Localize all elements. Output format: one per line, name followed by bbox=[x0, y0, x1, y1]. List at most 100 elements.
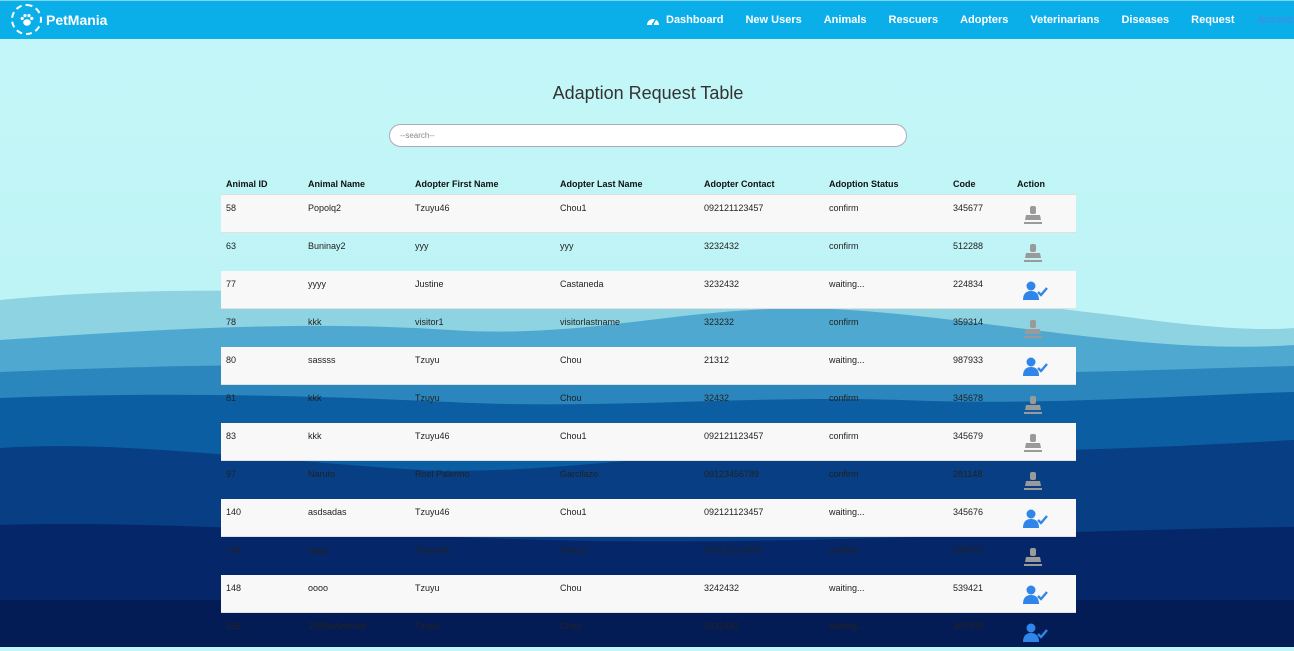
cell-animal-name: kkk bbox=[308, 393, 322, 403]
cell-action bbox=[1012, 461, 1076, 499]
cell-animal-name: Naruto bbox=[308, 469, 336, 479]
user-stamp-icon bbox=[1022, 320, 1044, 342]
cell-animal-id: 80 bbox=[221, 346, 303, 385]
cell-adopter-contact: 21312 bbox=[699, 346, 824, 385]
search-input[interactable] bbox=[389, 124, 907, 147]
cell-animal-name: sassss bbox=[303, 346, 410, 385]
nav-dashboard[interactable]: Dashboard bbox=[646, 14, 723, 26]
table-header-row: Animal ID Animal Name Adopter First Name… bbox=[221, 174, 1076, 195]
cell-animal-name: Popolq2 bbox=[303, 194, 410, 233]
cell-animal-name: oooo bbox=[303, 574, 410, 613]
nav-dashboard-label: Dashboard bbox=[666, 14, 724, 26]
approve-adopter-button[interactable] bbox=[1022, 584, 1048, 608]
stamp-action-button[interactable] bbox=[1022, 394, 1044, 418]
cell-animal-id: 81 bbox=[226, 393, 237, 403]
stamp-action-button[interactable] bbox=[1022, 470, 1044, 494]
cell-code: 512288 bbox=[953, 241, 984, 251]
approve-adopter-button[interactable] bbox=[1022, 356, 1048, 380]
cell-adopter-first-name: Tzuyu46 bbox=[410, 498, 555, 537]
stamp-action-button[interactable] bbox=[1022, 432, 1044, 456]
table-row: 97 Naruto Roel Palermo Garcilazo 09123456789… bbox=[221, 461, 1076, 499]
approve-adopter-button[interactable] bbox=[1022, 280, 1048, 304]
cell-code: 345679 bbox=[948, 422, 1012, 461]
approve-adopter-button[interactable] bbox=[1022, 508, 1048, 532]
cell-code: 467909 bbox=[953, 621, 984, 631]
table-row: 80 sassss Tzuyu Chou 21312 waiting... 987933 bbox=[221, 346, 1076, 385]
nav-rescuers[interactable]: Rescuers bbox=[889, 14, 939, 26]
col-header-action: Action bbox=[1012, 174, 1076, 195]
cell-animal-id: 97 bbox=[226, 469, 237, 479]
stamp-action-button[interactable] bbox=[1022, 318, 1044, 342]
cell-animal-id: 158 bbox=[226, 621, 242, 631]
cell-animal-id: 63 bbox=[226, 241, 237, 251]
cell-adopter-first-name: Roel Palermo bbox=[415, 469, 470, 479]
cell-adopter-first-name: yyy bbox=[415, 241, 429, 251]
cell-action bbox=[1012, 309, 1076, 347]
table-row: 63 Buninay2 yyy yyy 3232432 confirm 512288 bbox=[221, 233, 1076, 271]
table-row: 58 Popolq2 Tzuyu46 Chou1 092121123457 confirm… bbox=[221, 194, 1076, 233]
cell-animal-id: 83 bbox=[221, 422, 303, 461]
page-title: Adaption Request Table bbox=[552, 83, 744, 103]
cell-animal-name: 158NaAnimals bbox=[308, 621, 367, 631]
nav-diseases[interactable]: Diseases bbox=[1121, 14, 1169, 26]
cell-adopter-contact: 092121123457 bbox=[699, 422, 824, 461]
stamp-action-button[interactable] bbox=[1022, 242, 1044, 266]
cell-adopter-last-name: Chou bbox=[555, 574, 699, 613]
col-header-adopter-first-name: Adopter First Name bbox=[410, 174, 555, 195]
cell-animal-id: 58 bbox=[221, 194, 303, 233]
col-header-adoption-status: Adoption Status bbox=[824, 174, 948, 195]
cell-code: 359314 bbox=[953, 317, 984, 327]
table-body: 58 Popolq2 Tzuyu46 Chou1 092121123457 confirm… bbox=[221, 194, 1076, 651]
cell-adopter-first-name: Tzuyu bbox=[415, 621, 440, 631]
brand-name: PetMania bbox=[46, 11, 108, 28]
cell-adoption-status: confirm bbox=[829, 393, 859, 403]
col-header-adopter-last-name: Adopter Last Name bbox=[555, 174, 699, 195]
nav-adopters[interactable]: Adopters bbox=[960, 14, 1008, 26]
cell-adopter-first-name: Tzuyu bbox=[415, 393, 440, 403]
cell-code: 345670 bbox=[953, 545, 984, 555]
stamp-action-button[interactable] bbox=[1022, 204, 1044, 228]
cell-adopter-contact: 32432 bbox=[704, 393, 730, 403]
cell-animal-name: Buninay2 bbox=[308, 241, 346, 251]
brand[interactable]: PetMania bbox=[11, 4, 107, 35]
cell-adopter-contact: 09123456789 bbox=[704, 469, 760, 479]
cell-animal-id: 78 bbox=[226, 317, 237, 327]
nav-request[interactable]: Request bbox=[1191, 14, 1234, 26]
nav-new-users[interactable]: New Users bbox=[745, 14, 801, 26]
cell-animal-id: 144 bbox=[226, 545, 242, 555]
cell-adopter-last-name: Chou1 bbox=[555, 194, 699, 233]
cell-adopter-first-name: Tzuyu bbox=[410, 574, 555, 613]
cell-adopter-contact: 092121123457 bbox=[699, 194, 824, 233]
stamp-action-button[interactable] bbox=[1022, 546, 1044, 570]
approve-adopter-button[interactable] bbox=[1022, 622, 1048, 646]
cell-adopter-last-name: Chou1 bbox=[555, 422, 699, 461]
cell-adopter-first-name: Tzuyu46 bbox=[410, 194, 555, 233]
paw-logo-icon bbox=[11, 4, 42, 35]
user-check-icon bbox=[1022, 623, 1048, 646]
cell-adoption-status: waiting... bbox=[824, 498, 948, 537]
nav-animals[interactable]: Animals bbox=[824, 14, 867, 26]
cell-adoption-status: confirm bbox=[824, 422, 948, 461]
cell-adopter-contact: 3232432 bbox=[699, 270, 824, 309]
table-row: 148 oooo Tzuyu Chou 3242432 waiting... 539421 bbox=[221, 574, 1076, 613]
cell-animal-name: kkk bbox=[308, 317, 322, 327]
nav-account-dropdown[interactable]: Account bbox=[1257, 14, 1294, 26]
table-row: 83 kkk Tzuyu46 Chou1 092121123457 confirm 3456… bbox=[221, 422, 1076, 461]
col-header-animal-name: Animal Name bbox=[303, 174, 410, 195]
cell-action bbox=[1012, 422, 1076, 461]
user-stamp-icon bbox=[1022, 396, 1044, 418]
cell-code: 224834 bbox=[948, 270, 1012, 309]
cell-adopter-contact: 092121123457 bbox=[704, 545, 764, 555]
col-header-code: Code bbox=[948, 174, 1012, 195]
cell-action bbox=[1012, 346, 1076, 385]
user-stamp-icon bbox=[1022, 206, 1044, 228]
cell-adopter-last-name: Castaneda bbox=[555, 270, 699, 309]
user-check-icon bbox=[1022, 509, 1048, 532]
cell-adoption-status: confirm bbox=[829, 545, 859, 555]
cell-adoption-status: waiting... bbox=[824, 346, 948, 385]
user-stamp-icon bbox=[1022, 548, 1044, 570]
cell-code: 987933 bbox=[948, 346, 1012, 385]
table-row: 140 asdsadas Tzuyu46 Chou1 092121123457 waiti… bbox=[221, 498, 1076, 537]
nav-veterinarians[interactable]: Veterinarians bbox=[1030, 14, 1099, 26]
cell-action bbox=[1012, 498, 1076, 537]
